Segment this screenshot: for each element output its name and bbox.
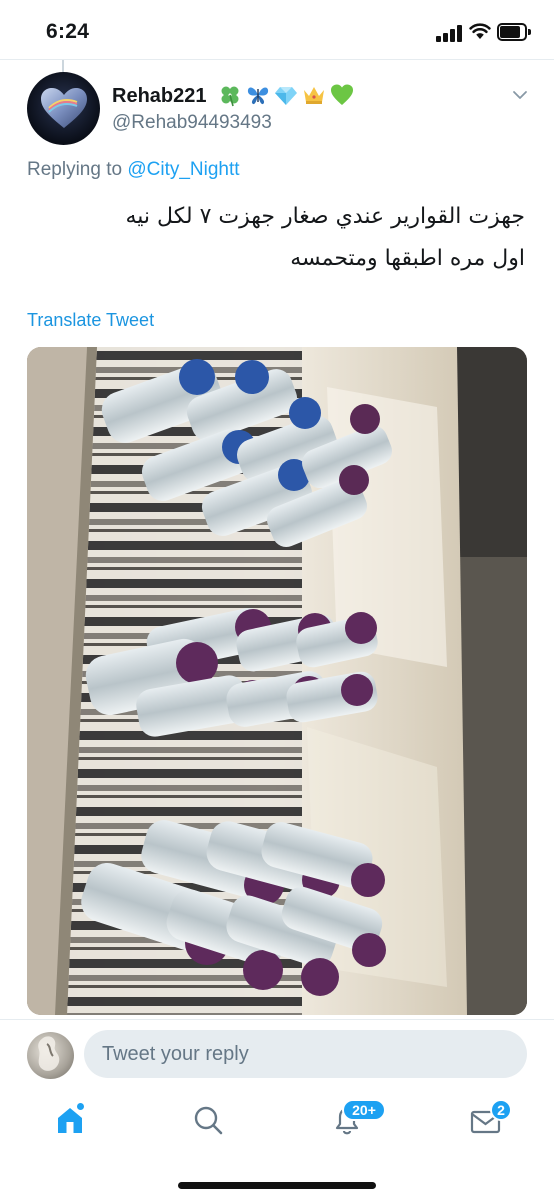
crown-icon <box>304 87 324 104</box>
replying-prefix: Replying to <box>27 159 123 180</box>
green-heart-icon <box>331 84 353 105</box>
tweet-text: جهزت القوارير عندي صغار جهزت ٧ لكل نيه ا… <box>25 196 526 280</box>
gem-icon <box>275 87 297 105</box>
home-unread-dot <box>76 1102 85 1111</box>
battery-icon <box>497 23 531 41</box>
reply-input[interactable]: Tweet your reply <box>84 1030 527 1078</box>
search-icon[interactable] <box>188 1100 228 1140</box>
divider <box>0 1019 554 1020</box>
replying-to: Replying to @City_Nightt <box>27 159 240 181</box>
wifi-icon <box>469 23 491 39</box>
tweet-text-line: جهزت القوارير عندي صغار جهزت ٧ لكل نيه <box>125 204 526 229</box>
messages-badge: 2 <box>490 1099 512 1121</box>
tweet-photo[interactable] <box>27 347 527 1015</box>
cellular-signal-icon <box>436 24 462 42</box>
water-bottles-image <box>27 347 527 1015</box>
butterfly-icon <box>247 87 269 105</box>
replying-to-link[interactable]: @City_Nightt <box>127 159 239 180</box>
thread-line <box>62 60 64 72</box>
tweet-text-line: اول مره اطبقها ومتحمسه <box>290 246 525 271</box>
home-indicator <box>178 1182 376 1189</box>
status-time: 6:24 <box>46 20 90 43</box>
display-name[interactable]: Rehab221 <box>112 85 207 108</box>
chevron-down-icon[interactable] <box>511 86 529 104</box>
heart-rainbow-image <box>41 88 87 128</box>
name-emojis <box>218 82 354 108</box>
avatar[interactable] <box>27 72 100 145</box>
avatar-image <box>38 1036 60 1071</box>
status-bar: 6:24 <box>0 0 554 60</box>
four-leaf-clover-icon <box>221 86 239 107</box>
notifications-badge: 20+ <box>342 1099 386 1121</box>
translate-tweet-link[interactable]: Translate Tweet <box>27 310 154 331</box>
divider <box>0 59 554 60</box>
user-handle[interactable]: @Rehab94493493 <box>112 112 272 134</box>
my-avatar[interactable] <box>27 1032 74 1079</box>
